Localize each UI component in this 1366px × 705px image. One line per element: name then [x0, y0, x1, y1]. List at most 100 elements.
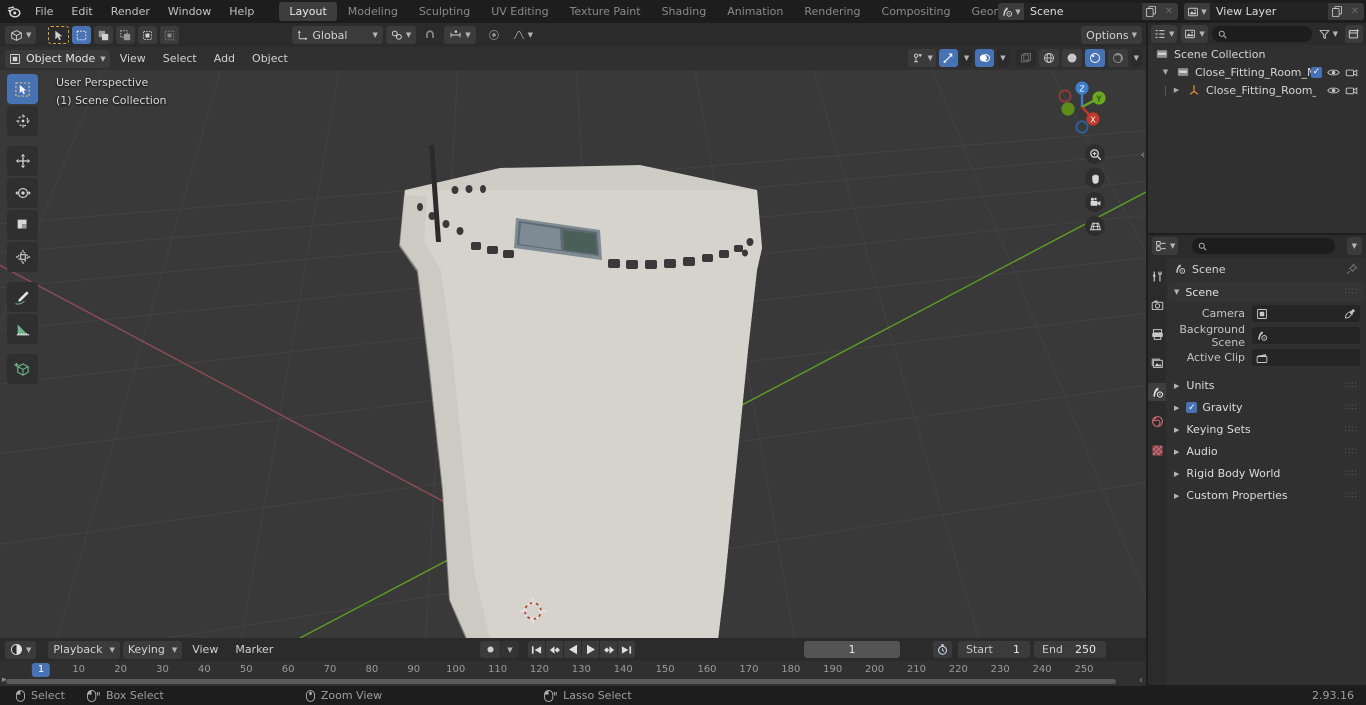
- select-box-button[interactable]: [72, 26, 92, 44]
- gravity-checkbox[interactable]: ✓: [1186, 402, 1198, 413]
- visibility-eye-icon[interactable]: [1327, 67, 1340, 78]
- navigation-gizmo[interactable]: Z Y X: [1051, 76, 1113, 138]
- overlays-options[interactable]: ▼: [997, 49, 1009, 67]
- end-frame-field[interactable]: End 250: [1034, 641, 1106, 658]
- timeline-collapse-arrow-icon[interactable]: ‹: [1139, 675, 1143, 686]
- units-panel[interactable]: ▶ Units ∷∷: [1166, 375, 1366, 396]
- options-dropdown[interactable]: Options ▼: [1081, 26, 1142, 44]
- auto-keying-options[interactable]: ▼: [501, 641, 519, 658]
- shading-wireframe-button[interactable]: [1038, 49, 1059, 67]
- play-reverse-button[interactable]: [564, 641, 581, 658]
- add-cube-tool-icon[interactable]: [7, 354, 38, 384]
- tab-compositing[interactable]: Compositing: [872, 2, 961, 21]
- xray-toggle[interactable]: [1015, 49, 1036, 67]
- background-scene-field[interactable]: [1252, 327, 1360, 344]
- 3d-viewport[interactable]: User Perspective (1) Scene Collection Z …: [0, 70, 1146, 638]
- custom-properties-panel[interactable]: ▶ Custom Properties ∷∷: [1166, 485, 1366, 506]
- visibility-eye-icon[interactable]: [1327, 85, 1340, 96]
- blender-logo-icon[interactable]: [0, 0, 26, 23]
- keying-dropdown[interactable]: Keying ▼: [122, 640, 183, 659]
- select-invert-button[interactable]: [138, 26, 158, 44]
- gravity-panel[interactable]: ▶ ✓ Gravity ∷∷: [1166, 397, 1366, 418]
- visibility-selector[interactable]: ▼: [908, 49, 936, 67]
- view-layer-name[interactable]: View Layer: [1210, 3, 1328, 20]
- jump-to-start-button[interactable]: [528, 641, 545, 658]
- tab-rendering[interactable]: Rendering: [794, 2, 870, 21]
- shading-options[interactable]: ▼: [1130, 49, 1142, 67]
- menu-help[interactable]: Help: [220, 0, 263, 23]
- menu-render[interactable]: Render: [102, 0, 159, 23]
- outliner-filter-button[interactable]: ▼: [1316, 25, 1341, 43]
- timeline-menu-marker[interactable]: Marker: [228, 641, 280, 659]
- delete-view-layer-button[interactable]: ✕: [1346, 3, 1364, 20]
- gizmo-toggle[interactable]: [938, 49, 958, 67]
- timeline-body[interactable]: 10 20 30 40 50 60 70 80 90 100 110 120 130 140 150 160 1…: [0, 661, 1146, 686]
- viewport-menu-view[interactable]: View: [113, 50, 153, 68]
- tweak-tool-icon[interactable]: [7, 74, 38, 104]
- sidebar-expand-arrow-icon[interactable]: ‹: [1141, 148, 1145, 161]
- jump-to-end-button[interactable]: [618, 641, 635, 658]
- viewport-menu-select[interactable]: Select: [156, 50, 204, 68]
- properties-editor-type-selector[interactable]: ▼: [1152, 237, 1179, 255]
- menu-file[interactable]: File: [26, 0, 62, 23]
- view-layer-selector[interactable]: ▼ View Layer ✕: [1184, 3, 1364, 20]
- use-preview-range-button[interactable]: [933, 641, 952, 658]
- outliner-row-collection[interactable]: ▼ Close_Fitting_Room_Modern_ ✓: [1148, 63, 1366, 81]
- outliner-scene-collection-row[interactable]: Scene Collection: [1148, 45, 1366, 63]
- snap-target-button[interactable]: ▼: [385, 26, 417, 44]
- rotate-tool-icon[interactable]: [7, 178, 38, 208]
- next-keyframe-button[interactable]: [600, 641, 617, 658]
- eyedropper-icon[interactable]: [1344, 308, 1356, 320]
- tab-animation[interactable]: Animation: [717, 2, 793, 21]
- scene-name[interactable]: Scene: [1024, 3, 1142, 20]
- auto-keying-button[interactable]: [480, 641, 500, 658]
- outliner-search-input[interactable]: [1211, 26, 1312, 42]
- viewport-menu-object[interactable]: Object: [245, 50, 295, 68]
- delete-scene-button[interactable]: ✕: [1160, 3, 1178, 20]
- measure-tool-icon[interactable]: [7, 314, 38, 344]
- tab-render-icon[interactable]: [1148, 296, 1166, 314]
- select-extend-button[interactable]: [94, 26, 114, 44]
- collection-checkbox[interactable]: ✓: [1311, 66, 1322, 78]
- tab-output-icon[interactable]: [1148, 325, 1166, 343]
- proportional-falloff-selector[interactable]: ▼: [507, 26, 539, 44]
- timeline-horizontal-scrollbar[interactable]: [6, 679, 1116, 684]
- render-camera-icon[interactable]: [1345, 67, 1358, 78]
- previous-keyframe-button[interactable]: [546, 641, 563, 658]
- timeline-playhead[interactable]: 1: [31, 663, 51, 677]
- outliner-row-object[interactable]: | ▶ Close_Fitting_Room_Moc: [1148, 81, 1366, 99]
- timeline-menu-view[interactable]: View: [185, 641, 225, 659]
- scale-tool-icon[interactable]: [7, 210, 38, 240]
- tab-texture-paint[interactable]: Texture Paint: [560, 2, 651, 21]
- outliner-editor-type-selector[interactable]: ▼: [1151, 25, 1178, 43]
- active-clip-field[interactable]: [1252, 349, 1360, 366]
- editor-type-selector[interactable]: ▼: [5, 26, 37, 44]
- current-frame-field[interactable]: 1: [804, 641, 900, 658]
- menu-edit[interactable]: Edit: [62, 0, 101, 23]
- hand-icon[interactable]: [1085, 168, 1105, 188]
- shading-solid-button[interactable]: [1061, 49, 1082, 67]
- timeline-ruler[interactable]: 10 20 30 40 50 60 70 80 90 100 110 120 130 140 150 160 1…: [0, 661, 1146, 679]
- tab-shading[interactable]: Shading: [652, 2, 717, 21]
- new-view-layer-button[interactable]: [1328, 3, 1346, 20]
- tab-world-icon[interactable]: [1148, 412, 1166, 430]
- snap-magnet-toggle[interactable]: [419, 26, 442, 44]
- play-button[interactable]: [582, 641, 599, 658]
- properties-options-dropdown[interactable]: ▼: [1346, 237, 1362, 255]
- outliner-new-collection-button[interactable]: [1345, 25, 1363, 43]
- timeline-editor-type-selector[interactable]: ▼: [5, 640, 37, 659]
- tab-uv-editing[interactable]: UV Editing: [481, 2, 558, 21]
- zoom-icon[interactable]: [1085, 144, 1105, 164]
- menu-window[interactable]: Window: [159, 0, 220, 23]
- viewport-menu-add[interactable]: Add: [207, 50, 242, 68]
- pin-icon[interactable]: [1346, 263, 1358, 275]
- tweak-mode-button[interactable]: [48, 26, 70, 44]
- render-camera-icon[interactable]: [1345, 85, 1358, 96]
- gizmo-options[interactable]: ▼: [960, 49, 973, 67]
- mode-selector[interactable]: Object Mode ▼: [5, 49, 110, 68]
- disclosure-triangle-closed-icon[interactable]: ▶: [1171, 86, 1182, 94]
- keying-sets-panel[interactable]: ▶ Keying Sets ∷∷: [1166, 419, 1366, 440]
- properties-search-input[interactable]: [1192, 238, 1335, 254]
- rigid-body-world-panel[interactable]: ▶ Rigid Body World ∷∷: [1166, 463, 1366, 484]
- outliner-display-mode-selector[interactable]: ▼: [1181, 25, 1208, 43]
